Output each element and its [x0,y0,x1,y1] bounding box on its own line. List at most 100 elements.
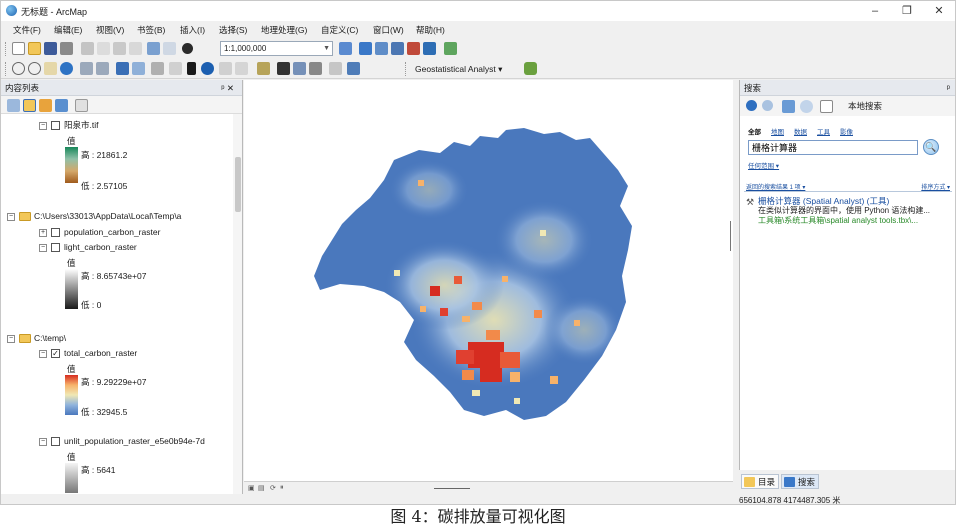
folder-ctemp[interactable]: − C:\temp\ [7,333,66,344]
map-view[interactable] [244,80,733,481]
collapse-icon[interactable]: − [39,121,47,130]
pan-icon[interactable] [44,62,57,75]
clear-selection-icon[interactable] [169,62,182,75]
menu-geoprocessing[interactable]: 地理处理(G) [261,24,307,36]
search-input[interactable] [748,140,918,155]
filter-tools[interactable]: 工具 [817,129,830,136]
time-slider-icon[interactable] [329,62,342,75]
filter-images[interactable]: 影像 [840,129,853,136]
find-route-icon[interactable] [293,62,306,75]
horizontal-scroll-thumb[interactable] [434,488,470,489]
arctoolbox-icon[interactable] [407,42,420,55]
options-icon[interactable] [75,99,88,112]
list-by-drawing-order-icon[interactable] [7,99,20,112]
layer-yangquan[interactable]: − 阳泉市.tif [39,119,98,131]
collapse-icon[interactable]: − [39,349,47,358]
toc-pin-close-icon[interactable]: ᵖ ✕ [221,80,234,96]
python-window-icon[interactable] [423,42,436,55]
layer-visibility-checkbox[interactable] [51,228,60,238]
print-icon[interactable] [60,42,73,55]
list-by-source-icon[interactable] [23,99,36,112]
list-by-visibility-icon[interactable] [39,99,52,112]
html-popup-icon[interactable] [235,62,248,75]
zoom-out-icon[interactable] [28,62,41,75]
menu-selection[interactable]: 选择(S) [219,24,247,36]
back-arrow-icon[interactable] [746,100,757,111]
list-by-selection-icon[interactable] [55,99,68,112]
measure-icon[interactable] [257,62,270,75]
collapse-icon[interactable]: − [7,334,15,343]
redo-icon[interactable] [163,42,176,55]
open-folder-icon[interactable] [28,42,41,55]
back-extent-icon[interactable] [116,62,129,75]
cut-icon[interactable] [81,42,94,55]
menu-customize[interactable]: 自定义(C) [321,24,358,36]
data-view-icon[interactable]: ▣ [248,484,255,492]
geostatistical-analyst-menu[interactable]: Geostatistical Analyst ▾ [415,64,502,75]
hyperlink-icon[interactable] [219,62,232,75]
refresh-icon[interactable] [800,100,813,113]
filter-all[interactable]: 全部 [748,129,761,136]
menu-window[interactable]: 窗口(W) [373,24,404,36]
pause-drawing-icon[interactable]: ⏸ [280,484,284,492]
copy-icon[interactable] [97,42,110,55]
sort-options[interactable]: 排序方式 ▾ [921,182,950,191]
menu-help[interactable]: 帮助(H) [416,24,445,36]
map-scale-combobox[interactable]: 1:1,000,000 ▼ [220,41,333,56]
find-icon[interactable] [277,62,290,75]
full-extent-icon[interactable] [60,62,73,75]
forward-extent-icon[interactable] [132,62,145,75]
home-icon[interactable] [782,100,795,113]
toc-scrollbar[interactable] [233,114,242,496]
add-data-icon[interactable] [182,43,193,54]
menu-view[interactable]: 视图(V) [96,24,124,36]
filter-data[interactable]: 数据 [794,129,807,136]
layer-unlit-population[interactable]: − unlit_population_raster_e5e0b94e-7d [39,436,205,447]
layer-visibility-checkbox[interactable] [51,243,60,253]
layer-visibility-checkbox[interactable] [51,437,60,447]
zoom-in-icon[interactable] [12,62,25,75]
fixed-zoom-in-icon[interactable] [80,62,93,75]
tab-search[interactable]: 搜索 [781,474,820,489]
layer-light-carbon[interactable]: − light_carbon_raster [39,242,137,253]
layout-view-icon[interactable]: ▤ [258,484,265,492]
close-button[interactable]: ✕ [927,3,951,19]
menu-bookmarks[interactable]: 书签(B) [137,24,165,36]
results-count[interactable]: 返回的搜索结果 1 项 ▾ [746,182,805,191]
view-options-icon[interactable] [820,100,833,113]
collapse-icon[interactable]: − [7,212,15,221]
menu-file[interactable]: 文件(F) [13,24,41,36]
delete-icon[interactable] [129,42,142,55]
geostatistical-wizard-icon[interactable] [524,62,537,75]
go-to-xy-icon[interactable] [309,62,322,75]
expand-icon[interactable]: + [39,228,47,237]
chevron-down-icon[interactable]: ▼ [323,42,330,55]
fixed-zoom-out-icon[interactable] [96,62,109,75]
restore-button[interactable]: ❐ [895,3,919,19]
identify-icon[interactable] [201,62,214,75]
menu-insert[interactable]: 插入(I) [180,24,205,36]
filter-maps[interactable]: 地图 [771,129,784,136]
new-document-icon[interactable] [12,42,25,55]
minimize-button[interactable]: – [863,3,887,19]
select-features-icon[interactable] [151,62,164,75]
layer-visibility-checkbox-checked[interactable]: ✓ [51,349,60,359]
forward-arrow-icon[interactable] [762,100,773,111]
save-icon[interactable] [44,42,57,55]
search-scope-dropdown[interactable]: 任何范围 ▾ [748,160,779,170]
toolbar-grip[interactable] [5,42,8,56]
select-elements-icon[interactable] [187,62,196,75]
layer-population-carbon[interactable]: + population_carbon_raster [39,227,160,238]
create-viewer-window-icon[interactable] [347,62,360,75]
menu-edit[interactable]: 编辑(E) [54,24,82,36]
search-window-icon[interactable] [391,42,404,55]
catalog-window-icon[interactable] [375,42,388,55]
panel-splitter[interactable] [730,221,731,251]
paste-icon[interactable] [113,42,126,55]
refresh-icon[interactable]: ⟳ [270,484,276,492]
toolbar-grip[interactable] [405,62,408,76]
model-builder-icon[interactable] [444,42,457,55]
local-search-selector[interactable]: 本地搜索 [848,99,938,113]
collapse-icon[interactable]: − [39,243,47,252]
scrollbar-thumb[interactable] [235,157,241,212]
